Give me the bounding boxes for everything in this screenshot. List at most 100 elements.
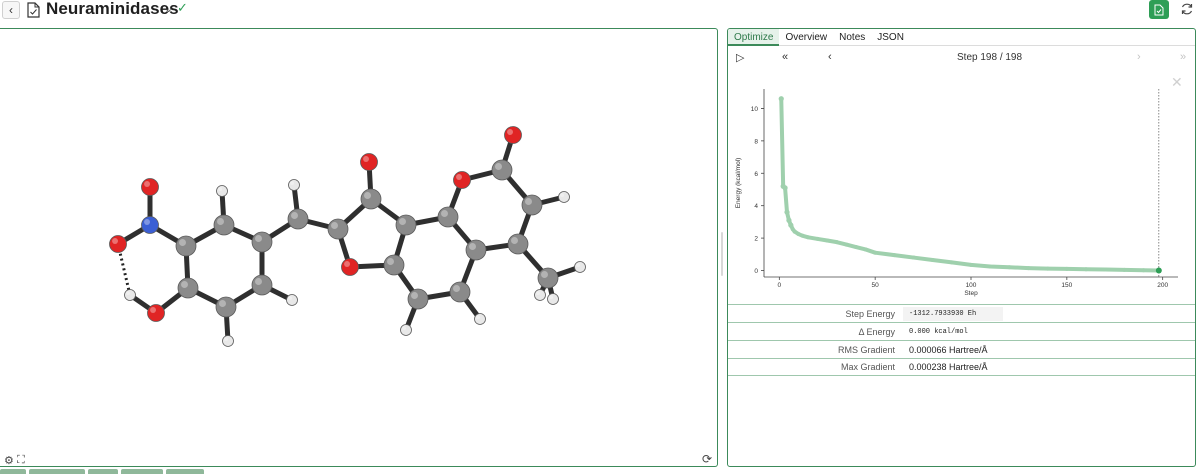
data-point xyxy=(792,229,797,234)
refresh-icon[interactable] xyxy=(1180,1,1194,17)
tab-overview[interactable]: Overview xyxy=(779,29,833,46)
first-step-button[interactable]: « xyxy=(782,51,788,63)
molecule-canvas[interactable] xyxy=(0,29,716,466)
gear-icon[interactable]: ⚙ xyxy=(4,454,14,467)
data-point xyxy=(1007,265,1012,270)
oxygen-atom xyxy=(141,178,159,196)
toolbar-chip[interactable] xyxy=(0,469,26,474)
oxygen-atom xyxy=(504,126,522,144)
data-point xyxy=(778,96,784,102)
toolbar-chip[interactable] xyxy=(88,469,118,474)
atom-highlight xyxy=(255,278,262,285)
property-value: 0.000 kcal/mol xyxy=(909,327,968,336)
tab-optimize[interactable]: Optimize xyxy=(728,29,780,46)
y-tick-label: 0 xyxy=(754,268,758,275)
carbon-atom xyxy=(327,218,349,240)
oxygen-atom xyxy=(341,258,359,276)
data-point xyxy=(949,260,954,265)
property-label: Step Energy xyxy=(845,308,895,319)
atom-highlight xyxy=(344,261,350,267)
x-tick-label: 200 xyxy=(1157,282,1168,289)
atom-highlight xyxy=(495,163,502,170)
carbon-atom xyxy=(287,208,309,230)
hydrogen-atom xyxy=(574,261,586,273)
carbon-atom xyxy=(177,277,199,299)
atom-highlight xyxy=(112,238,118,244)
carbon-atom xyxy=(175,235,197,257)
atom-highlight xyxy=(511,237,518,244)
play-icon[interactable]: ▷ xyxy=(736,51,744,64)
atom-highlight xyxy=(549,295,553,300)
energy-line xyxy=(779,96,1161,273)
reset-view-icon[interactable]: ⟳ xyxy=(702,452,712,466)
toolbar-chip[interactable] xyxy=(166,469,204,474)
atom-highlight xyxy=(291,212,298,219)
next-step-button[interactable]: › xyxy=(1137,51,1141,63)
tab-json[interactable]: JSON xyxy=(871,29,910,46)
x-tick-label: 100 xyxy=(966,282,977,289)
data-point xyxy=(796,232,801,237)
y-tick-label: 6 xyxy=(754,171,758,178)
hydrogen-atom xyxy=(286,294,298,306)
title-dropdown-icon[interactable]: ⌄ xyxy=(164,2,173,15)
atom-highlight xyxy=(507,129,513,135)
x-tick-label: 50 xyxy=(872,282,880,289)
property-value: 0.000066 Hartree/Å xyxy=(909,344,988,355)
atom-highlight xyxy=(219,300,226,307)
save-button[interactable] xyxy=(1149,0,1169,19)
molecule-viewer[interactable]: ⚙ ⛶ ⟳ xyxy=(0,28,718,467)
hydrogen-atom xyxy=(558,191,570,203)
step-counter: Step 198 / 198 xyxy=(957,52,1023,63)
hydrogen-atom xyxy=(216,185,228,197)
data-point xyxy=(784,209,790,215)
panel-splitter-handle[interactable] xyxy=(721,232,723,276)
data-point xyxy=(788,222,794,228)
property-label: Δ Energy xyxy=(858,326,895,337)
carbon-atom xyxy=(507,233,529,255)
atom-highlight xyxy=(441,210,448,217)
tab-notes[interactable]: Notes xyxy=(833,29,871,46)
nitrogen-atom xyxy=(141,216,159,234)
atom-highlight xyxy=(387,258,394,265)
current-point xyxy=(1155,267,1162,274)
atom-highlight xyxy=(560,193,564,197)
last-step-button[interactable]: » xyxy=(1180,51,1186,63)
data-point xyxy=(1122,267,1127,272)
data-point xyxy=(782,185,788,191)
atom-highlight xyxy=(218,187,222,191)
fullscreen-icon[interactable]: ⛶ xyxy=(17,454,25,467)
data-point xyxy=(800,233,805,238)
x-axis-label: Step xyxy=(964,290,978,297)
data-point xyxy=(844,242,849,247)
toolbar-chip[interactable] xyxy=(121,469,163,474)
oxygen-atom xyxy=(360,153,378,171)
atom-highlight xyxy=(331,222,338,229)
carbon-atom xyxy=(251,231,273,253)
atom-highlight xyxy=(364,192,371,199)
property-value: 0.000238 Hartree/Å xyxy=(909,362,988,372)
molecule-model xyxy=(109,126,586,347)
data-point xyxy=(892,253,897,258)
previous-step-button[interactable]: ‹ xyxy=(828,51,832,63)
table-row: Δ Energy 0.000 kcal/mol xyxy=(728,322,1195,340)
data-point xyxy=(1026,266,1031,271)
carbon-atom xyxy=(407,288,429,310)
back-button[interactable]: ‹ xyxy=(2,1,20,19)
atom-highlight xyxy=(541,271,548,278)
data-point xyxy=(806,235,811,240)
atom-highlight xyxy=(179,239,186,246)
oxygen-atom xyxy=(109,235,127,253)
carbon-atom xyxy=(491,159,513,181)
bottom-toolbar xyxy=(0,469,204,474)
data-point xyxy=(786,217,792,223)
atom-highlight xyxy=(150,307,156,313)
data-point xyxy=(1064,266,1069,271)
energy-chart[interactable]: 02468100 50 100 150 200StepEnergy (kcal/mol) xyxy=(728,77,1196,302)
y-tick-label: 10 xyxy=(751,106,759,113)
data-point xyxy=(988,264,993,269)
data-point xyxy=(1103,267,1108,272)
page-title[interactable]: Neuraminidases xyxy=(46,0,179,19)
toolbar-chip[interactable] xyxy=(29,469,85,474)
saved-check-icon: ✓ xyxy=(177,0,188,15)
data-point xyxy=(1084,267,1088,272)
